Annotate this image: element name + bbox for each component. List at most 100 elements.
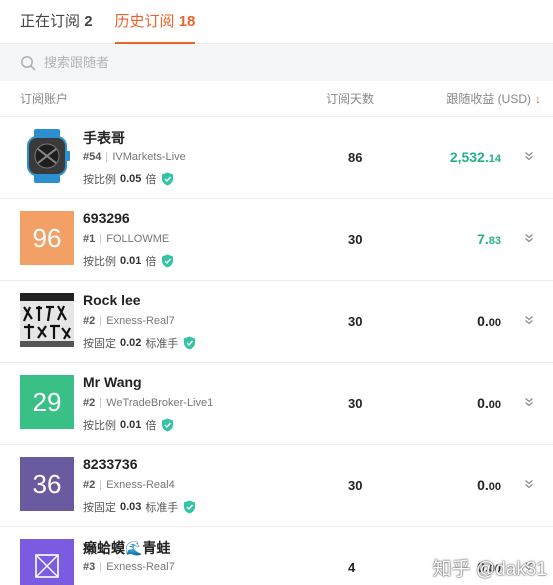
broker-account: Exness-Real4 [106, 479, 175, 491]
verified-shield-icon [184, 500, 196, 514]
mode-value: 0.03 [120, 501, 142, 513]
calligraphy-image [20, 293, 74, 347]
profit-decimal: 00 [488, 399, 501, 411]
mode-label: 按固定 [83, 502, 116, 514]
account-meta: #2 Exness-Real7 [83, 315, 175, 327]
rank: #1 [83, 233, 96, 245]
follower-name[interactable]: 693296 [83, 210, 130, 226]
follow-profit: 0.00 [477, 395, 501, 411]
subscription-days: 30 [348, 396, 363, 411]
subscription-list: 手表哥 #54 IVMarkets-Live 按比例 0.05 倍 86 2,5… [0, 117, 553, 585]
mode-value: 0.02 [120, 337, 142, 349]
profit-decimal: 83 [488, 235, 501, 247]
expand-chevron-icon[interactable] [523, 477, 535, 489]
broker-account: Exness-Real7 [106, 315, 175, 327]
divider [106, 152, 108, 162]
avatar: 36 [20, 457, 74, 511]
profit-integer: 0. [477, 395, 489, 411]
copy-mode: 按固定 0.02 标准手 [83, 335, 196, 351]
mode-unit: 标准手 [145, 502, 179, 514]
follower-name[interactable]: 8233736 [83, 456, 138, 472]
broken-image-icon [20, 539, 74, 585]
mode-value: 0.01 [120, 419, 142, 431]
subscription-row[interactable]: 29 Mr Wang #2 WeTradeBroker-Live1 按比例 0.… [0, 363, 553, 445]
mode-label: 按比例 [83, 256, 116, 268]
subscription-row[interactable]: 96 693296 #1 FOLLOWME 按比例 0.01 倍 30 7.83 [0, 199, 553, 281]
subscription-tabs: 正在订阅 2 历史订阅 18 [0, 0, 553, 44]
verified-shield-icon [184, 336, 196, 350]
profit-integer: 0. [477, 477, 489, 493]
search-input[interactable] [44, 55, 344, 70]
mode-unit: 倍 [145, 420, 157, 432]
watermark: 知乎 @dak31 [432, 559, 547, 580]
mode-label: 按固定 [83, 338, 116, 350]
mode-unit: 标准手 [145, 338, 179, 350]
broker-account: FOLLOWME [106, 233, 170, 245]
account-meta: #54 IVMarkets-Live [83, 151, 186, 163]
follower-name[interactable]: Rock lee [83, 292, 141, 308]
subscription-days: 30 [348, 232, 363, 247]
tab-current-subscriptions[interactable]: 正在订阅 2 [20, 10, 93, 43]
follow-profit: 7.83 [477, 231, 501, 247]
verified-shield-icon [162, 172, 174, 186]
broker-account: IVMarkets-Live [112, 151, 186, 163]
account-meta: #2 WeTradeBroker-Live1 [83, 397, 213, 409]
rank: #3 [83, 561, 96, 573]
verified-shield-icon [162, 254, 174, 268]
copy-mode: 按比例 0.01 倍 [83, 253, 174, 269]
subscription-days: 30 [348, 478, 363, 493]
profit-integer: 7. [477, 231, 489, 247]
copy-mode: 按固定 0.03 标准手 [83, 499, 196, 515]
tab-history-subscriptions[interactable]: 历史订阅 18 [114, 10, 195, 44]
avatar: 96 [20, 211, 74, 265]
follow-profit: 2,532.14 [450, 149, 501, 165]
rank: #2 [83, 315, 96, 327]
avatar: 29 [20, 375, 74, 429]
account-meta: #2 Exness-Real4 [83, 479, 175, 491]
broker-account: Exness-Real7 [106, 561, 175, 573]
divider [100, 234, 102, 244]
column-account: 订阅账户 [20, 92, 69, 106]
profit-decimal: 00 [488, 481, 501, 493]
search-bar [0, 44, 553, 81]
profit-integer: 2,532. [449, 149, 489, 165]
verified-shield-icon [162, 418, 174, 432]
profit-decimal: 00 [488, 317, 501, 329]
rank: #2 [83, 479, 96, 491]
subscription-days: 4 [348, 560, 356, 575]
mode-unit: 倍 [145, 174, 157, 186]
subscription-row[interactable]: 36 8233736 #2 Exness-Real4 按固定 0.03 标准手 … [0, 445, 553, 527]
copy-mode: 按比例 0.01 倍 [83, 417, 174, 433]
follow-profit: 0.00 [477, 313, 501, 329]
subscription-row[interactable]: 手表哥 #54 IVMarkets-Live 按比例 0.05 倍 86 2,5… [0, 117, 553, 199]
subscription-days: 86 [348, 150, 363, 165]
watch-image [20, 129, 74, 183]
mode-label: 按比例 [83, 174, 116, 186]
subscription-row[interactable]: Rock lee #2 Exness-Real7 按固定 0.02 标准手 30… [0, 281, 553, 363]
column-profit-label: 跟随收益 (USD) [446, 92, 531, 106]
expand-chevron-icon[interactable] [523, 313, 535, 325]
copy-mode: 按比例 0.05 倍 [83, 171, 174, 187]
divider [100, 480, 102, 490]
follower-name[interactable]: Mr Wang [83, 374, 142, 390]
column-days: 订阅天数 [326, 92, 375, 106]
expand-chevron-icon[interactable] [523, 231, 535, 243]
divider [100, 562, 102, 572]
follow-profit: 0.00 [477, 477, 501, 493]
mode-value: 0.01 [120, 255, 142, 267]
profit-decimal: 14 [488, 153, 501, 165]
account-meta: #3 Exness-Real7 [83, 561, 175, 573]
mode-unit: 倍 [145, 256, 157, 268]
rank: #54 [83, 151, 102, 163]
expand-chevron-icon[interactable] [523, 149, 535, 161]
sort-desc-icon: ↓ [535, 91, 541, 106]
search-icon [21, 55, 36, 70]
follower-name[interactable]: 手表哥 [83, 128, 125, 148]
divider [100, 398, 102, 408]
rank: #2 [83, 397, 96, 409]
follower-name[interactable]: 癞蛤蟆🌊青蛙 [83, 538, 170, 558]
column-profit-sort[interactable]: 跟随收益 (USD) ↓ [446, 90, 541, 107]
broker-account: WeTradeBroker-Live1 [106, 397, 214, 409]
account-meta: #1 FOLLOWME [83, 233, 169, 245]
expand-chevron-icon[interactable] [523, 395, 535, 407]
